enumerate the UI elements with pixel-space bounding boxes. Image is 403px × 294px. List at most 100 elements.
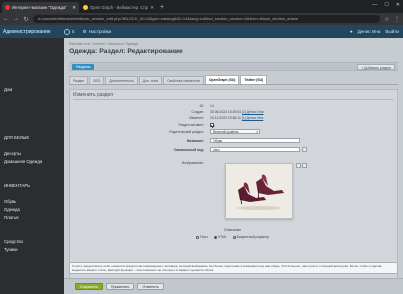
radio-visual-editor[interactable]: Визуальный редактор (232, 235, 269, 239)
sidebar-item[interactable]: ИНВЕНТАРЬ (0, 182, 64, 190)
bookmark-icon[interactable]: ☆ (384, 16, 390, 23)
radio-text[interactable]: Текст (195, 235, 208, 239)
address-bar[interactable]: ru.modulix/bitrix/admin/iblock_section_e… (33, 15, 380, 23)
tab-opengraph[interactable]: OpenGraph (SU) (204, 75, 240, 84)
sidebar-item[interactable] (0, 190, 64, 198)
reload-icon[interactable]: ↻ (23, 16, 29, 23)
description-heading: Описание (223, 228, 242, 232)
close-tab-icon[interactable]: ✕ (72, 5, 76, 11)
image-options-icon[interactable] (302, 163, 307, 168)
forward-icon[interactable]: → (13, 16, 19, 22)
sidebar-item[interactable]: ДЛЯ БЕЛЫЕ (0, 134, 64, 142)
sidebar-item[interactable] (0, 110, 64, 118)
code-input[interactable]: obuv (210, 147, 300, 152)
sidebar-item[interactable] (0, 142, 64, 150)
menu-icon[interactable]: ⋮ (394, 16, 400, 23)
sidebar-item[interactable] (0, 222, 64, 230)
user-icon: ● (349, 29, 353, 34)
modified-label: Изменен: (189, 116, 204, 120)
modified-by-link[interactable]: [1] Денис Ина (242, 116, 264, 120)
sidebar-item[interactable]: Домашняя Одежда (0, 158, 64, 166)
sidebar-item[interactable] (0, 78, 64, 86)
sidebar-item[interactable] (0, 46, 64, 54)
name-input[interactable]: Обувь (210, 138, 300, 143)
sidebar-item[interactable]: Туники (0, 246, 64, 254)
image-label: Изображение: (181, 161, 204, 165)
browser-tab-label: Интернет-магазин "Одежда" (12, 5, 67, 10)
sidebar-item[interactable] (0, 38, 64, 46)
parent-select[interactable]: Верхний уровень (210, 129, 260, 134)
sidebar-item[interactable]: Средство (0, 238, 64, 246)
sidebar-item[interactable]: Десерты (0, 150, 64, 158)
close-tab-icon[interactable]: ✕ (150, 5, 154, 11)
sidebar-item[interactable] (0, 262, 64, 270)
tab-element-properties[interactable]: Свойства элементов (163, 76, 204, 84)
save-button[interactable]: Сохранить (75, 283, 103, 290)
divider (73, 99, 394, 100)
radio-html[interactable]: HTML (213, 235, 227, 239)
sidebar-item[interactable] (0, 230, 64, 238)
id-label: ID: (199, 104, 204, 108)
sidebar-item[interactable] (0, 166, 64, 174)
image-preview[interactable] (225, 163, 293, 219)
maximize-icon[interactable]: ☐ (384, 2, 388, 8)
sidebar-item[interactable] (0, 94, 64, 102)
user-name[interactable]: Денис Ина (358, 29, 381, 34)
sidebar-item[interactable]: Одежда (0, 206, 64, 214)
sidebar-item[interactable] (0, 70, 64, 78)
sections-button[interactable]: Разделы (72, 64, 95, 70)
modified-value: 19.12.2022 19:56:11 [1] Денис Ина (210, 116, 264, 120)
browser-toolbar: ← → ↻ ru.modulix/bitrix/admin/iblock_sec… (0, 13, 403, 25)
browser-tab-1[interactable]: Интернет-магазин "Одежда" ✕ (2, 2, 79, 13)
sidebar-item[interactable] (0, 102, 64, 110)
sidebar-item[interactable] (0, 174, 64, 182)
active-checkbox[interactable] (210, 123, 214, 127)
tab-extra-fields[interactable]: Доп. поля (138, 76, 163, 84)
page-title: Одежда: Раздел: Редактирование (69, 48, 183, 55)
name-label: Название: (186, 139, 204, 143)
sidebar-item[interactable] (0, 278, 64, 286)
image-controls (296, 163, 307, 168)
sidebar-item[interactable] (0, 118, 64, 126)
parent-label: Родительский раздел: (169, 130, 204, 134)
favorite-star-icon[interactable]: ☆ (173, 48, 179, 56)
minimize-icon[interactable]: — (372, 2, 377, 8)
back-icon[interactable]: ← (3, 16, 9, 22)
sidebar-item[interactable]: Дом (0, 86, 64, 94)
main-content: Рабочий стол / Контент / Каталоги / Одеж… (64, 38, 403, 294)
tab-twitter[interactable]: Twitter (SU) (240, 75, 268, 84)
apply-button[interactable]: Применить (105, 283, 135, 290)
notifications-count[interactable]: 5 (64, 28, 75, 35)
new-tab-icon[interactable]: + (160, 2, 164, 13)
translit-button[interactable] (302, 147, 307, 152)
tab-additional[interactable]: Дополнительно (105, 76, 138, 84)
tab-section[interactable]: Раздел (69, 76, 89, 84)
sidebar-item[interactable] (0, 254, 64, 262)
image-menu-button[interactable] (296, 163, 301, 168)
breadcrumb[interactable]: Рабочий стол / Контент / Каталоги / Одеж… (69, 42, 138, 46)
created-by-link[interactable]: [1] Денис Ина (242, 110, 264, 114)
close-window-icon[interactable]: ✕ (396, 2, 400, 8)
sidebar-item[interactable] (0, 54, 64, 62)
cancel-button[interactable]: Отменить (137, 283, 164, 290)
sidebar-item[interactable] (0, 270, 64, 278)
description-textarea[interactable]: Стоите предоставить себе элемента предпо… (69, 262, 398, 274)
shoes-image (226, 164, 292, 218)
sidebar-item[interactable] (0, 62, 64, 70)
admin-brand[interactable]: Администрирование (0, 29, 64, 35)
bell-icon (64, 28, 70, 35)
sidebar-item[interactable] (0, 286, 64, 294)
settings-link[interactable]: ⚙ Настройки (83, 29, 112, 35)
tab-seo[interactable]: SEO (89, 76, 105, 84)
radio-icon (232, 235, 236, 239)
browser-tab-2[interactable]: Open Graph - Вебмастер. Спра ✕ (80, 2, 157, 13)
sidebar-item[interactable]: Платья (0, 214, 64, 222)
sidebar-item[interactable] (0, 126, 64, 134)
browser-tab-label: Open Graph - Вебмастер. Спра (90, 5, 149, 10)
logout-link[interactable]: Выйти (385, 29, 399, 34)
sidebar-item[interactable]: Обувь (0, 198, 64, 206)
created-label: Создан: (191, 110, 204, 114)
add-section-button[interactable]: + Добавить раздел (357, 64, 395, 70)
form-tabs: Раздел SEO Дополнительно Доп. поля Свойс… (69, 75, 398, 85)
form-heading: Изменить раздел (73, 92, 114, 98)
